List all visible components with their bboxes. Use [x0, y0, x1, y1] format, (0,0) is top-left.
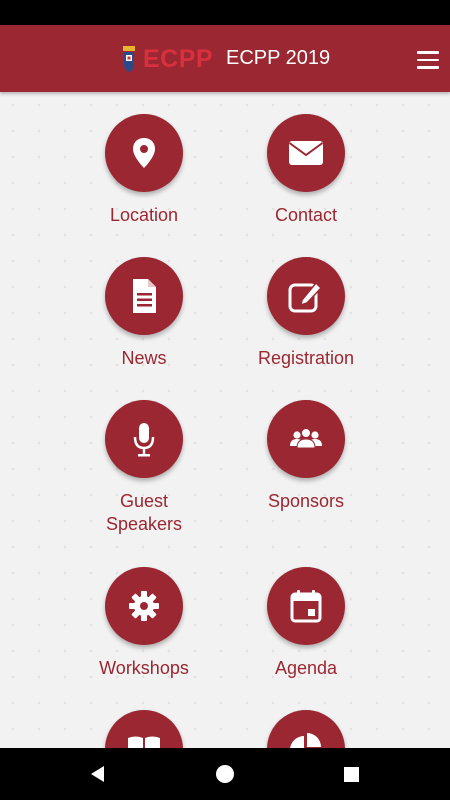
users-icon	[290, 428, 322, 449]
envelope-icon	[288, 141, 324, 165]
back-triangle-icon[interactable]	[86, 762, 110, 786]
tile-label: Workshops	[99, 658, 189, 678]
tile-label: News	[121, 348, 167, 368]
sponsors-button[interactable]	[267, 400, 345, 478]
tile-label: Location	[109, 205, 179, 225]
contact-button[interactable]	[267, 114, 345, 192]
document-icon	[133, 279, 156, 313]
tile-agenda[interactable]: Agenda	[226, 567, 386, 680]
app-bar: ECPP ECPP 2019	[0, 25, 450, 92]
hamburger-menu-icon[interactable]	[411, 45, 445, 75]
main-grid: Location Contact News Registration Guest…	[0, 92, 450, 748]
ecpp-logo: ECPP	[121, 42, 213, 76]
calendar-icon	[290, 590, 322, 623]
tile-book[interactable]	[64, 710, 224, 748]
location-button[interactable]	[105, 114, 183, 192]
agenda-button[interactable]	[267, 567, 345, 645]
pie-chart-button[interactable]	[267, 710, 345, 748]
tile-workshops[interactable]: Workshops	[64, 567, 224, 680]
tile-contact[interactable]: Contact	[226, 114, 386, 227]
tile-label: Contact	[274, 205, 338, 225]
logo-text: ECPP	[143, 44, 214, 73]
registration-button[interactable]	[267, 257, 345, 335]
home-circle-icon[interactable]	[213, 762, 237, 786]
microphone-icon	[133, 423, 155, 457]
tile-sponsors[interactable]: Sponsors	[226, 400, 386, 513]
tile-label: Sponsors	[267, 491, 345, 511]
pie-chart-icon	[290, 733, 321, 748]
tile-registration[interactable]: Registration	[226, 257, 386, 370]
tile-news[interactable]: News	[64, 257, 224, 370]
tile-guest-speakers[interactable]: Guest Speakers	[64, 400, 224, 536]
guest-speakers-button[interactable]	[105, 400, 183, 478]
book-button[interactable]	[105, 710, 183, 748]
app-title: ECPP 2019	[226, 47, 331, 69]
system-nav-bar	[0, 748, 450, 800]
tile-pie-chart[interactable]	[226, 710, 386, 748]
tile-label: Registration	[257, 348, 355, 368]
book-icon	[128, 736, 160, 748]
tile-label: Guest Speakers	[105, 491, 183, 534]
tile-label: Agenda	[274, 658, 338, 678]
edit-icon	[288, 281, 323, 313]
map-pin-icon	[133, 138, 155, 168]
recents-square-icon[interactable]	[339, 762, 363, 786]
workshops-button[interactable]	[105, 567, 183, 645]
status-bar	[0, 0, 450, 25]
tile-location[interactable]: Location	[64, 114, 224, 227]
crest-icon	[123, 46, 135, 72]
news-button[interactable]	[105, 257, 183, 335]
gear-icon	[129, 591, 159, 621]
